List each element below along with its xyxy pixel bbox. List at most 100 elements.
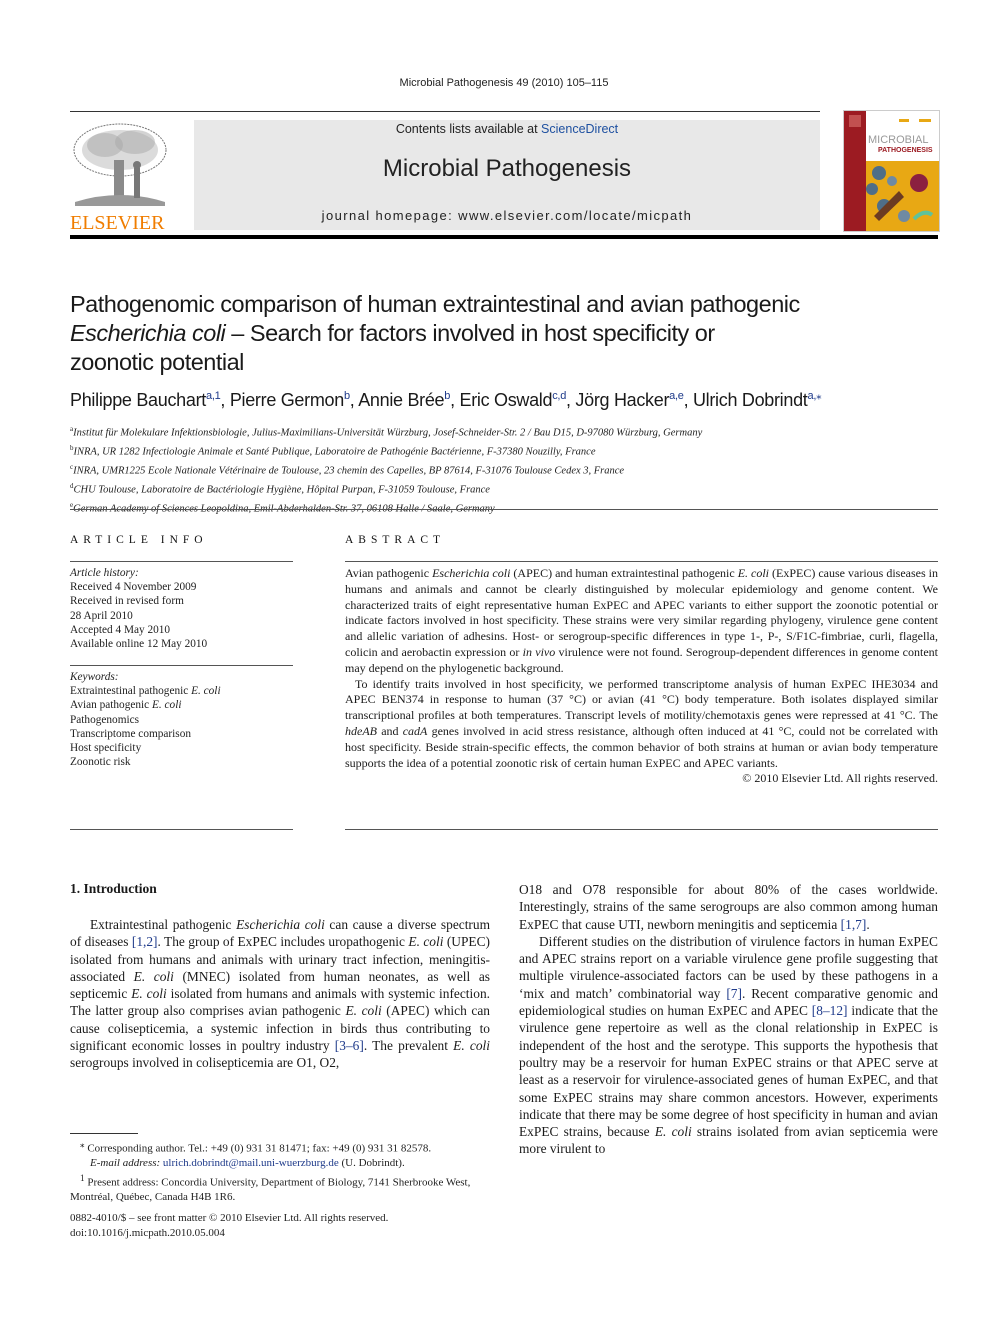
footnote-rule bbox=[70, 1133, 138, 1134]
author-name: Jörg Hacker bbox=[575, 390, 670, 410]
citation-link[interactable]: [7] bbox=[726, 986, 742, 1001]
italic-term: E. coli bbox=[737, 566, 770, 580]
italic-term: hdeAB bbox=[345, 723, 377, 738]
keywords-rule bbox=[70, 665, 293, 666]
title-line-2: Escherichia coli – Search for factors in… bbox=[70, 319, 930, 348]
section-divider bbox=[70, 509, 938, 510]
elsevier-logo[interactable]: ELSEVIER bbox=[70, 120, 172, 233]
body-column-right: O18 and O78 responsible for about 80% of… bbox=[519, 881, 938, 1158]
article-info-bottom-rule bbox=[70, 829, 293, 830]
abstract-copyright: © 2010 Elsevier Ltd. All rights reserved… bbox=[742, 771, 938, 786]
email-suffix: (U. Dobrindt). bbox=[338, 1157, 405, 1170]
footnote-mark: 1 bbox=[80, 1172, 85, 1183]
keywords: Keywords: Extraintestinal pathogenic E. … bbox=[70, 670, 295, 769]
keyword-text: Transcriptome comparison bbox=[70, 727, 192, 740]
cover-title-line2: PATHOGENESIS bbox=[878, 147, 933, 154]
history-item: 28 April 2010 bbox=[70, 609, 133, 622]
article-history-label: Article history: bbox=[70, 567, 139, 579]
title-line-2-rest: – Search for factors involved in host sp… bbox=[225, 320, 715, 346]
author-affiliation-mark[interactable]: b bbox=[344, 390, 350, 402]
author[interactable]: Pierre Germonb bbox=[230, 390, 350, 410]
citation-link[interactable]: [1,2] bbox=[132, 934, 158, 949]
author-affiliation-mark[interactable]: c,d bbox=[552, 390, 566, 402]
history-item: Available online 12 May 2010 bbox=[70, 638, 208, 651]
history-item: Received 4 November 2009 bbox=[70, 581, 197, 594]
email-note: E-mail address: ulrich.dobrindt@mail.uni… bbox=[70, 1156, 490, 1171]
footnote-text: Present address: Concordia University, D… bbox=[70, 1176, 471, 1203]
running-header: Microbial Pathogenesis 49 (2010) 105–115 bbox=[399, 77, 609, 89]
italic-term: E. coli bbox=[345, 1003, 382, 1019]
author-affiliation-mark[interactable]: a,e bbox=[669, 390, 684, 402]
author[interactable]: Jörg Hackera,e bbox=[575, 390, 683, 410]
affiliation: bINRA, UR 1282 Infectiologie Animale et … bbox=[70, 441, 950, 460]
abstract-heading: ABSTRACT bbox=[345, 534, 446, 546]
italic-term: E. coli bbox=[408, 934, 444, 950]
citation-link[interactable]: [1,7] bbox=[841, 917, 867, 932]
journal-homepage-link[interactable]: journal homepage: www.elsevier.com/locat… bbox=[194, 208, 820, 223]
citation-link[interactable]: [3–6] bbox=[335, 1038, 364, 1053]
article-info-heading: ARTICLE INFO bbox=[70, 534, 208, 546]
present-address-note: 1 Present address: Concordia University,… bbox=[70, 1171, 490, 1205]
journal-cover-image[interactable]: MICROBIAL PATHOGENESIS bbox=[843, 110, 940, 232]
sciencedirect-link[interactable]: ScienceDirect bbox=[541, 122, 618, 136]
author[interactable]: Ulrich Dobrindta,⁎ bbox=[692, 390, 822, 410]
journal-title: Microbial Pathogenesis bbox=[382, 155, 632, 182]
abstract-rule bbox=[345, 561, 938, 562]
contents-prefix: Contents lists available at bbox=[395, 122, 542, 136]
doi-link[interactable]: doi:10.1016/j.micpath.2010.05.004 bbox=[70, 1226, 490, 1241]
article-info-rule bbox=[70, 561, 293, 562]
citation-link[interactable]: [8–12] bbox=[812, 1003, 848, 1018]
author-name: Ulrich Dobrindt bbox=[692, 390, 808, 410]
footnote-mark: ⁎ bbox=[80, 1139, 85, 1149]
author-name: Pierre Germon bbox=[229, 390, 344, 410]
corresponding-author-note: ⁎ Corresponding author. Tel.: +49 (0) 93… bbox=[70, 1137, 490, 1156]
affiliation: cINRA, UMR1225 Ecole Nationale Vétérinai… bbox=[70, 460, 950, 479]
affiliation: eGerman Academy of Sciences Leopoldina, … bbox=[70, 498, 950, 517]
author[interactable]: Eric Oswaldc,d bbox=[460, 390, 567, 410]
keyword-italic: E. coli bbox=[191, 685, 221, 698]
cover-title-line1: MICROBIAL bbox=[868, 134, 929, 146]
history-item: Received in revised form bbox=[70, 595, 184, 608]
keyword[interactable]: Pathogenomics bbox=[70, 713, 295, 727]
affiliation-text: CHU Toulouse, Laboratoire de Bactériolog… bbox=[73, 484, 490, 496]
footnotes: ⁎ Corresponding author. Tel.: +49 (0) 93… bbox=[70, 1137, 490, 1204]
italic-term: E. coli bbox=[453, 1038, 490, 1054]
introduction-heading: 1. Introduction bbox=[70, 881, 157, 896]
affiliation-text: INRA, UR 1282 Infectiologie Animale et S… bbox=[73, 446, 596, 458]
author[interactable]: Annie Bréeb bbox=[358, 390, 450, 410]
article-title: Pathogenomic comparison of human extrain… bbox=[70, 290, 930, 377]
keyword[interactable]: Avian pathogenic E. coli bbox=[70, 698, 295, 712]
email-label: E-mail address: bbox=[90, 1157, 163, 1170]
body-column-left: Extraintestinal pathogenic Escherichia c… bbox=[70, 916, 490, 1072]
affiliation-text: Institut für Molekulare Infektionsbiolog… bbox=[73, 427, 703, 439]
affiliation-list: aInstitut für Molekulare Infektionsbiolo… bbox=[70, 422, 950, 517]
author[interactable]: Philippe Baucharta,1 bbox=[70, 390, 221, 410]
author-affiliation-mark[interactable]: b bbox=[444, 390, 450, 402]
title-line-1: Pathogenomic comparison of human extrain… bbox=[70, 291, 800, 317]
history-item: Accepted 4 May 2010 bbox=[70, 623, 171, 636]
keyword[interactable]: Extraintestinal pathogenic E. coli bbox=[70, 684, 295, 698]
keyword[interactable]: Zoonotic risk bbox=[70, 755, 295, 769]
keyword-italic: E. coli bbox=[151, 699, 182, 712]
keyword[interactable]: Transcriptome comparison bbox=[70, 727, 295, 741]
affiliation-text: INRA, UMR1225 Ecole Nationale Vétérinair… bbox=[73, 465, 625, 477]
abstract-bottom-rule bbox=[345, 829, 938, 830]
author-affiliation-mark[interactable]: a,1 bbox=[206, 390, 221, 402]
journal-banner: Contents lists available at ScienceDirec… bbox=[194, 120, 820, 230]
elsevier-tree-icon bbox=[73, 123, 167, 206]
keyword[interactable]: Host specificity bbox=[70, 741, 295, 755]
italic-term: Escherichia coli bbox=[432, 566, 511, 580]
keyword-text: Extraintestinal pathogenic bbox=[70, 685, 192, 698]
contents-line: Contents lists available at ScienceDirec… bbox=[194, 122, 820, 136]
footnote-text: Corresponding author. Tel.: +49 (0) 931 … bbox=[87, 1142, 432, 1155]
author-list: Philippe Baucharta,1, Pierre Germonb, An… bbox=[70, 390, 822, 410]
author-name: Eric Oswald bbox=[459, 390, 553, 410]
author-affiliation-mark[interactable]: a,⁎ bbox=[808, 390, 822, 402]
keywords-label: Keywords: bbox=[70, 671, 119, 683]
abstract-paragraph-2: To identify traits involved in host spec… bbox=[345, 676, 938, 770]
author-name: Philippe Bauchart bbox=[70, 390, 206, 410]
italic-term: Escherichia coli bbox=[236, 917, 325, 932]
author-name: Annie Brée bbox=[358, 390, 445, 410]
email-link[interactable]: ulrich.dobrindt@mail.uni-wuerzburg.de bbox=[163, 1157, 339, 1169]
keyword-text: Avian pathogenic bbox=[70, 699, 152, 712]
